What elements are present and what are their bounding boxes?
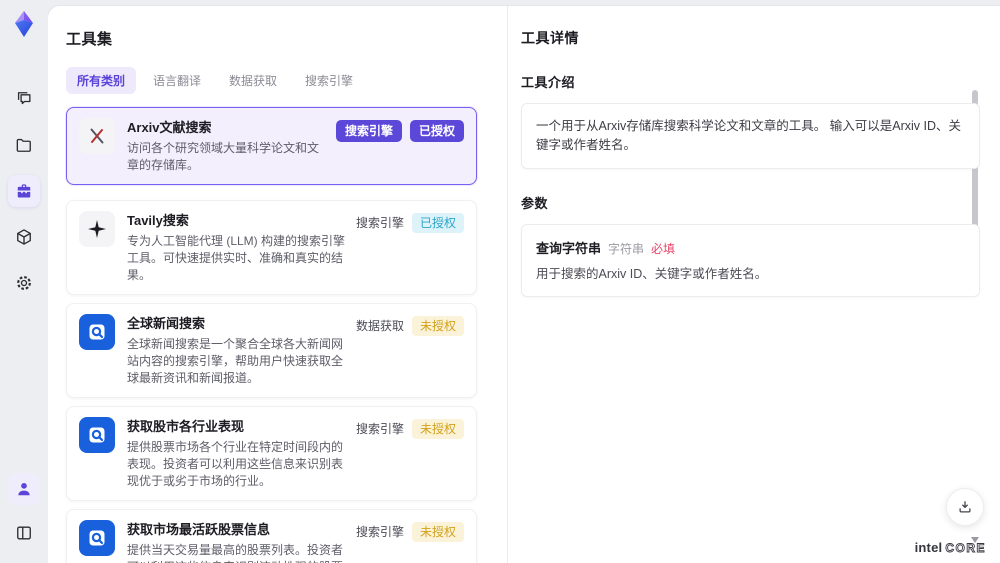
tool-icon (79, 520, 115, 556)
tool-card[interactable]: 获取股市各行业表现 提供股票市场各个行业在特定时间段内的表现。投资者可以利用这些… (66, 406, 477, 501)
tool-body: Arxiv文献搜索 访问各个研究领域大量科学论文和文章的存储库。 (127, 118, 336, 174)
param-head: 查询字符串 字符串 必填 (536, 238, 965, 257)
tool-body: 获取股市各行业表现 提供股票市场各个行业在特定时间段内的表现。投资者可以利用这些… (127, 417, 356, 490)
tool-name: 获取股市各行业表现 (127, 419, 245, 434)
rail-bottom (0, 473, 48, 549)
param-type: 字符串 (608, 242, 645, 256)
tool-description: 专为人工智能代理 (LLM) 构建的搜索引擎工具。可快速提供实时、准确和真实的结… (127, 234, 346, 282)
tool-icon (79, 118, 115, 154)
tool-description: 提供当天交易量最高的股票列表。投资者可以利用这些信息来识别流动性强的股票和潜在的… (127, 543, 344, 563)
tool-card[interactable]: Tavily搜索 专为人工智能代理 (LLM) 构建的搜索引擎工具。可快速提供实… (66, 200, 477, 295)
search-glyph-icon (89, 324, 105, 340)
sparkle-icon (88, 220, 106, 238)
cube-icon (17, 229, 31, 245)
category-tab[interactable]: 数据获取 (218, 67, 288, 94)
rail-nav (8, 83, 40, 299)
arxiv-logo-icon (90, 128, 104, 144)
tool-description: 全球新闻搜索是一个聚合全球各大新闻网站内容的搜索引擎，帮助用户快速获取全球最新资… (127, 337, 344, 385)
tool-auth-badge: 已授权 (411, 213, 464, 233)
tool-card[interactable]: 全球新闻搜索 全球新闻搜索是一个聚合全球各大新闻网站内容的搜索引擎，帮助用户快速… (66, 303, 477, 398)
intro-text: 一个用于从Arxiv存储库搜索科学论文和文章的工具。 输入可以是Arxiv ID… (536, 119, 962, 152)
tool-category-tag: 搜索引擎 (335, 120, 402, 142)
tool-tags: 搜索引擎 未授权 (356, 419, 464, 439)
tool-card[interactable]: 获取市场最活跃股票信息 提供当天交易量最高的股票列表。投资者可以利用这些信息来识… (66, 509, 477, 563)
tool-list: Arxiv文献搜索 访问各个研究领域大量科学论文和文章的存储库。 搜索引擎 已授… (66, 107, 477, 563)
tool-category-tag: 搜索引擎 (355, 525, 404, 539)
category-tab[interactable]: 语言翻译 (142, 67, 212, 94)
tool-detail-panel: 工具详情 工具介绍 一个用于从Arxiv存储库搜索科学论文和文章的工具。 输入可… (509, 6, 1000, 563)
tool-card[interactable]: Arxiv文献搜索 访问各个研究领域大量科学论文和文章的存储库。 搜索引擎 已授… (66, 107, 477, 185)
chat-icon (17, 92, 31, 105)
tool-auth-badge: 未授权 (411, 316, 464, 336)
left-rail (0, 0, 48, 563)
toolbox-icon (17, 184, 31, 198)
app-logo-icon[interactable] (9, 9, 39, 39)
params-heading: 参数 (521, 196, 549, 211)
category-tabs: 所有类别 语言翻译 数据获取 搜索引擎 (66, 67, 477, 94)
sidebar-item-chat[interactable] (8, 83, 40, 115)
intro-heading: 工具介绍 (521, 75, 576, 90)
param-name: 查询字符串 (536, 241, 602, 256)
gear-icon (17, 276, 31, 290)
page-title: 工具集 (66, 31, 113, 48)
intro-card: 一个用于从Arxiv存储库搜索科学论文和文章的工具。 输入可以是Arxiv ID… (521, 103, 980, 169)
tool-tags: 数据获取 未授权 (356, 316, 464, 336)
tool-name: 全球新闻搜索 (127, 316, 206, 331)
tool-auth-badge: 未授权 (411, 419, 464, 439)
download-button[interactable] (946, 488, 984, 526)
category-tab[interactable]: 所有类别 (66, 67, 137, 94)
tool-icon (79, 211, 115, 247)
tool-tags: 搜索引擎 已授权 (356, 213, 464, 233)
brand-core-text: CORE (945, 541, 986, 556)
param-card: 查询字符串 字符串 必填 用于搜索的Arxiv ID、关键字或作者姓名。 (521, 224, 980, 297)
tool-category-tag: 搜索引擎 (355, 422, 404, 436)
folder-icon (16, 138, 31, 152)
user-icon (18, 483, 30, 496)
search-glyph-icon (89, 530, 105, 546)
tool-body: Tavily搜索 专为人工智能代理 (LLM) 构建的搜索引擎工具。可快速提供实… (127, 211, 356, 284)
param-description: 用于搜索的Arxiv ID、关键字或作者姓名。 (536, 267, 768, 281)
sidebar-item-files[interactable] (8, 129, 40, 161)
tool-category-tag: 搜索引擎 (355, 216, 404, 230)
brand-intel-text: intel (914, 540, 943, 555)
tool-auth-badge: 已授权 (409, 120, 464, 142)
tool-tags: 搜索引擎 已授权 (335, 120, 464, 142)
tool-description: 访问各个研究领域大量科学论文和文章的存储库。 (127, 141, 320, 172)
tool-description: 提供股票市场各个行业在特定时间段内的表现。投资者可以利用这些信息来识别表现优于或… (127, 440, 344, 488)
tool-icon (79, 314, 115, 350)
sidebar-item-toolbox[interactable] (8, 175, 40, 207)
tool-auth-badge: 未授权 (411, 522, 464, 542)
detail-title: 工具详情 (521, 30, 579, 46)
tool-category-tag: 数据获取 (355, 319, 404, 333)
tool-name: Arxiv文献搜索 (127, 120, 212, 135)
category-tab[interactable]: 搜索引擎 (294, 67, 364, 94)
sidebar-item-packages[interactable] (8, 221, 40, 253)
main-surface: 工具集 所有类别 语言翻译 数据获取 搜索引擎 Arxiv文献搜索 访问各个研究… (48, 6, 1000, 563)
search-glyph-icon (89, 427, 105, 443)
sidebar-item-panel-toggle[interactable] (8, 517, 40, 549)
tool-name: Tavily搜索 (127, 213, 189, 228)
tool-icon (79, 417, 115, 453)
tool-body: 获取市场最活跃股票信息 提供当天交易量最高的股票列表。投资者可以利用这些信息来识… (127, 520, 356, 563)
panel-toggle-icon (17, 526, 31, 540)
param-required-badge: 必填 (651, 242, 676, 256)
tool-name: 获取市场最活跃股票信息 (127, 522, 271, 537)
tool-body: 全球新闻搜索 全球新闻搜索是一个聚合全球各大新闻网站内容的搜索引擎，帮助用户快速… (127, 314, 356, 387)
toolset-panel: 工具集 所有类别 语言翻译 数据获取 搜索引擎 Arxiv文献搜索 访问各个研究… (48, 6, 508, 563)
sidebar-item-settings[interactable] (8, 267, 40, 299)
sidebar-item-user[interactable] (8, 473, 40, 505)
tool-tags: 搜索引擎 未授权 (356, 522, 464, 542)
intel-core-logo: intel CORE (915, 540, 986, 555)
download-icon (959, 501, 971, 513)
